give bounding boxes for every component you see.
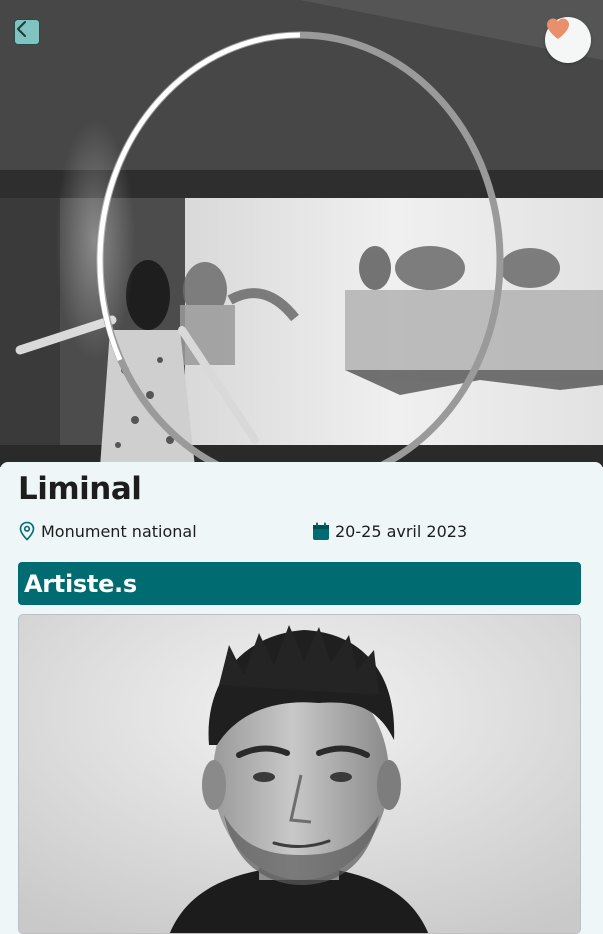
event-dates: 20-25 avril 2023 <box>312 519 467 543</box>
event-hero-image <box>0 0 603 467</box>
artists-section-header: Artiste.s <box>18 562 581 605</box>
artist-photo[interactable] <box>18 614 581 934</box>
event-location-text: Monument national <box>41 521 197 541</box>
event-dates-text: 20-25 avril 2023 <box>335 521 468 541</box>
map-pin-icon <box>19 521 35 541</box>
event-location: Monument national <box>18 519 197 543</box>
artists-section-title: Artiste.s <box>24 569 137 598</box>
calendar-icon <box>313 522 329 540</box>
favorite-button[interactable] <box>545 17 591 63</box>
chevron-left-icon <box>17 21 26 37</box>
back-button[interactable] <box>14 19 40 45</box>
heart-icon <box>547 18 569 39</box>
event-title: Liminal <box>18 471 142 507</box>
hero-photo <box>0 0 603 467</box>
artist-portrait-image <box>19 615 580 933</box>
